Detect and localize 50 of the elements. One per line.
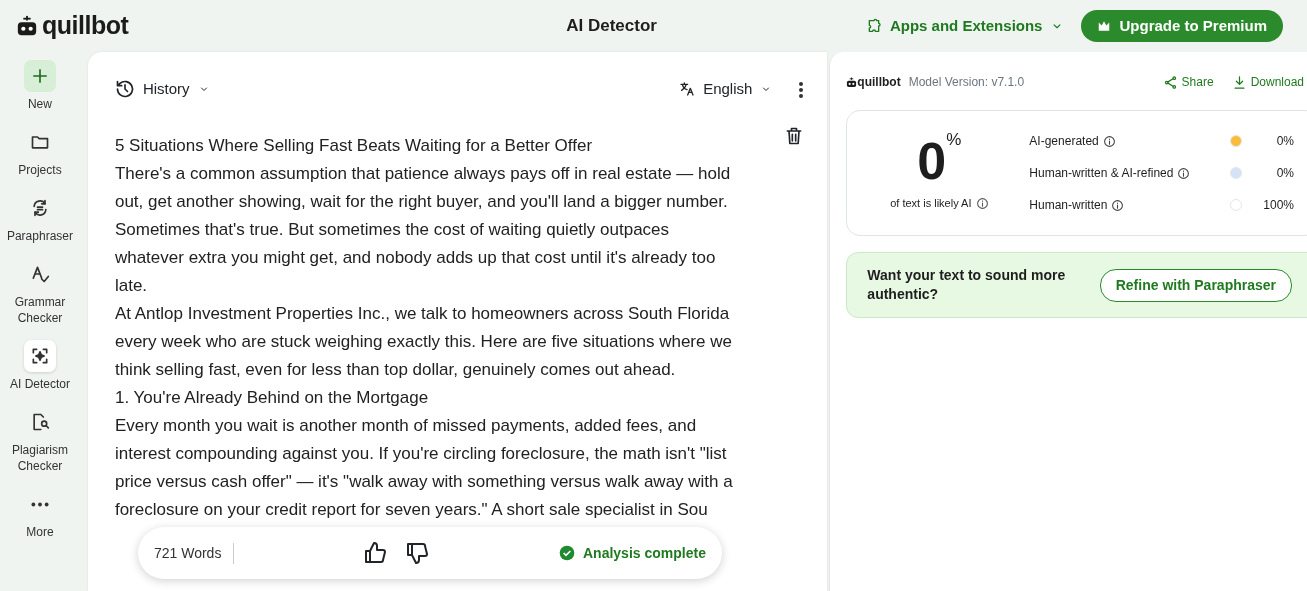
text-paragraph: At Antlop Investment Properties Inc., we talk to homeowners across South Florida every week who are stuck weighing exactly this. Here are five situations where we think selling fast, even for less than top dollar, genuinely comes out ahead. [114,303,733,381]
sidebar-item[interactable]: Grammar Checker [1,258,78,326]
category-percent: 0% [1275,133,1294,150]
category-label: Human-written & AI-refined [1029,165,1174,182]
sidebar-item[interactable]: Projects [1,126,78,178]
thumbs-down-icon [405,541,430,566]
sidebar-item[interactable]: Plagiarism Checker [1,406,78,474]
category-percent: 100% [1262,197,1294,214]
score-caption: of text is likely AI [890,195,972,211]
share-button[interactable]: Share [1161,72,1215,92]
text-paragraph: 1. You're Already Behind on the Mortgage [114,387,430,409]
check-circle-icon [559,545,575,561]
share-icon [1162,74,1178,90]
analysis-status: Analysis complete [583,543,706,563]
robot-logo-icon [16,15,38,37]
plus-icon [30,67,49,85]
text-paragraph: There's a common assumption that patience always pays off in real estate — hold out, get another showing, wait for the right buyer, and you'll land a bigger number. Sometimes that's true. But sometimes the cost of waiting quietly outpaces whatever extra you might get, and nobody adds up that cost until it's already too late. [114,163,732,297]
percent-sign: % [946,128,962,151]
sidebar-item[interactable]: AI Detector [1,340,78,392]
upgrade-button[interactable]: Upgrade to Premium [1081,9,1283,43]
text-paragraph: Every month you wait is another month of missed payments, added fees, and interest compounding against you. If you're circling foreclosure, the math isn't "list price versus cash offer" — it's "walk away with something versus walk away with a foreclosure on your credit report for seven years." A short sale specialist in Sou [114,415,734,521]
word-count: 721 Words [153,542,235,564]
category-percent: 0% [1275,165,1294,182]
download-button[interactable]: Download [1230,72,1305,92]
sidebar-item[interactable]: Paraphraser [1,192,78,244]
category-label: AI-generated [1029,133,1099,150]
page-title: AI Detector [566,16,657,36]
translate-icon [679,81,696,97]
info-icon [1177,166,1191,180]
info-icon [975,196,989,210]
language-menu[interactable]: English [678,76,774,102]
model-version: Model Version: v7.1.0 [908,74,1025,91]
history-icon [114,79,135,99]
sidebar-item[interactable]: More [1,488,78,540]
history-menu[interactable]: History [113,76,211,102]
kebab-icon [798,80,805,99]
info-icon [1102,134,1116,148]
text-paragraph: 5 Situations Where Selling Fast Beats Waiting for a Better Offer [114,135,594,157]
info-icon [1111,198,1125,212]
thumbs-up-icon [363,541,388,566]
refine-button[interactable]: Refine with Paraphraser [1099,268,1292,302]
apps-menu[interactable]: Apps and Extensions [864,13,1066,39]
logo-text: quillbot [42,10,129,42]
cta-text: Want your text to sound more authentic? [867,266,1067,304]
ai-score: 0 [917,134,947,187]
more-icon [30,501,49,507]
logo-text: quillbot [857,74,901,91]
robot-logo-icon [846,76,858,88]
crown-icon [1097,19,1112,33]
category-label: Human-written [1029,197,1108,214]
